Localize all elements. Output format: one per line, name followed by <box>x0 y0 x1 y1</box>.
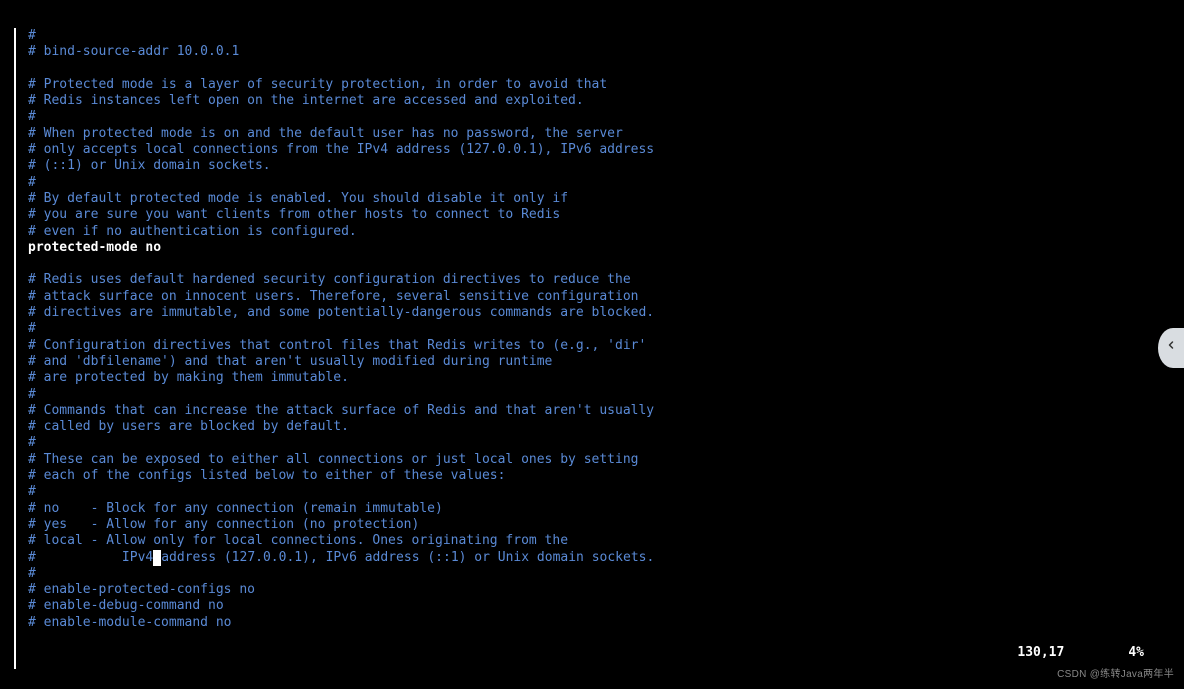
watermark-text: CSDN @练转Java两年半 <box>1057 667 1174 683</box>
editor-line: # <box>16 566 1164 582</box>
drawer-toggle[interactable] <box>1158 328 1184 368</box>
editor-line: # Configuration directives that control … <box>16 338 1164 354</box>
editor-line: # enable-module-command no <box>16 615 1164 631</box>
editor-viewport[interactable]: ## bind-source-addr 10.0.0.1# Protected … <box>16 28 1164 669</box>
editor-line <box>16 256 1164 272</box>
editor-line: # <box>16 321 1164 337</box>
editor-line: # <box>16 28 1164 44</box>
editor-line: # no - Block for any connection (remain … <box>16 501 1164 517</box>
editor-line: # (::1) or Unix domain sockets. <box>16 158 1164 174</box>
editor-line: # local - Allow only for local connectio… <box>16 533 1164 549</box>
editor-line: # <box>16 435 1164 451</box>
editor-line: # <box>16 175 1164 191</box>
scroll-percent: 4% <box>1128 645 1144 661</box>
editor-line: # even if no authentication is configure… <box>16 224 1164 240</box>
editor-line: # and 'dbfilename') and that aren't usua… <box>16 354 1164 370</box>
editor-line: # When protected mode is on and the defa… <box>16 126 1164 142</box>
editor-line: # By default protected mode is enabled. … <box>16 191 1164 207</box>
chevron-left-icon <box>1165 339 1177 356</box>
editor-line: # Protected mode is a layer of security … <box>16 77 1164 93</box>
editor-line: # directives are immutable, and some pot… <box>16 305 1164 321</box>
editor-line: # yes - Allow for any connection (no pro… <box>16 517 1164 533</box>
vim-status-bar: 130,17 4% <box>16 645 1164 661</box>
editor-line: # IPv4 address (127.0.0.1), IPv6 address… <box>16 550 1164 566</box>
editor-line: # enable-protected-configs no <box>16 582 1164 598</box>
editor-line: # only accepts local connections from th… <box>16 142 1164 158</box>
cursor-position: 130,17 <box>1017 645 1064 661</box>
editor-line: # called by users are blocked by default… <box>16 419 1164 435</box>
editor-line: # Redis uses default hardened security c… <box>16 272 1164 288</box>
editor-line: # These can be exposed to either all con… <box>16 452 1164 468</box>
editor-line: # each of the configs listed below to ei… <box>16 468 1164 484</box>
editor-line: protected-mode no <box>16 240 1164 256</box>
editor-line: # Redis instances left open on the inter… <box>16 93 1164 109</box>
editor-line: # you are sure you want clients from oth… <box>16 207 1164 223</box>
editor-line: # <box>16 109 1164 125</box>
editor-line: # <box>16 484 1164 500</box>
editor-line: # Commands that can increase the attack … <box>16 403 1164 419</box>
editor-line: # bind-source-addr 10.0.0.1 <box>16 44 1164 60</box>
editor-line: # are protected by making them immutable… <box>16 370 1164 386</box>
editor-line: # enable-debug-command no <box>16 598 1164 614</box>
editor-line <box>16 61 1164 77</box>
text-cursor <box>153 550 161 566</box>
editor-line: # attack surface on innocent users. Ther… <box>16 289 1164 305</box>
editor-line: # <box>16 387 1164 403</box>
